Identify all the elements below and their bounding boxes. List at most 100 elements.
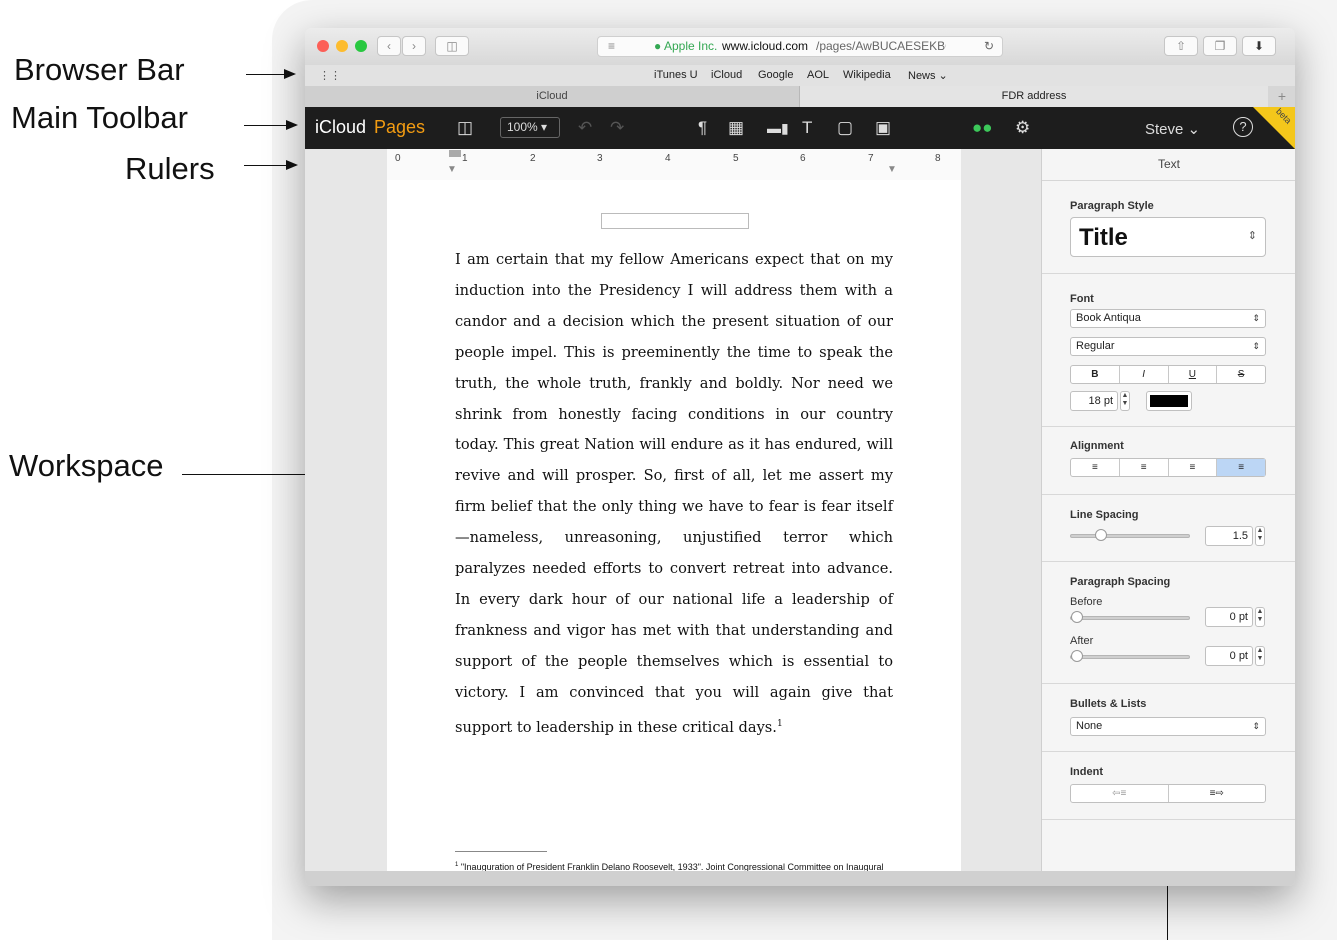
font-label: Font (1070, 293, 1094, 305)
grid-icon[interactable]: ⋮⋮ (319, 69, 341, 82)
font-color-well[interactable] (1146, 391, 1192, 411)
font-family-select[interactable]: Book Antiqua ⇕ (1070, 309, 1266, 328)
table-icon[interactable]: ▦ (728, 118, 744, 138)
reload-icon[interactable]: ↻ (984, 37, 994, 56)
underline-button[interactable]: U (1169, 366, 1218, 383)
line-spacing-field[interactable]: 1.5 (1205, 526, 1253, 546)
lock-icon: ● (654, 39, 662, 53)
after-slider[interactable] (1070, 650, 1190, 662)
shape-icon[interactable]: ▢ (837, 118, 853, 138)
reader-icon[interactable]: ≡ (608, 37, 615, 56)
before-stepper[interactable]: ▲ ▼ (1255, 607, 1265, 627)
back-button[interactable]: ‹ (377, 36, 401, 56)
align-right-icon[interactable]: ≡ (1169, 459, 1218, 476)
favorite-icloud[interactable]: iCloud (711, 69, 742, 81)
before-field[interactable]: 0 pt (1205, 607, 1253, 627)
arrow-main-toolbar (244, 120, 298, 130)
paragraph-style-label: Paragraph Style (1070, 200, 1154, 212)
pilcrow-icon[interactable]: ¶ (698, 118, 707, 138)
after-stepper[interactable]: ▲ ▼ (1255, 646, 1265, 666)
alignment-label: Alignment (1070, 440, 1124, 452)
undo-icon[interactable]: ↶ (578, 118, 592, 138)
font-size-stepper[interactable]: ▲ ▼ (1120, 391, 1130, 411)
image-icon[interactable]: ▣ (875, 118, 891, 138)
font-family-value: Book Antiqua (1076, 312, 1141, 324)
document-page[interactable]: I am certain that my fellow Americans ex… (387, 180, 961, 883)
font-size-field[interactable]: 18 pt (1070, 391, 1118, 411)
line-spacing-stepper[interactable]: ▲ ▼ (1255, 526, 1265, 546)
align-center-icon[interactable]: ≡ (1120, 459, 1169, 476)
downloads-button[interactable]: ⬇ (1242, 36, 1276, 56)
redo-icon[interactable]: ↷ (610, 118, 624, 138)
sidebar-toggle-button[interactable]: ◫ (435, 36, 469, 56)
ruler-number: 5 (733, 153, 739, 164)
workspace: 0 1 2 3 4 5 6 7 8 ▼ ▼ I am certain that … (305, 149, 1041, 883)
up-down-icon: ⇕ (1247, 230, 1257, 242)
document-body[interactable]: I am certain that my fellow Americans ex… (455, 245, 893, 743)
favorite-google[interactable]: Google (758, 69, 793, 81)
increase-indent-icon[interactable]: ≡⇨ (1169, 785, 1266, 802)
arrow-browser-bar (246, 69, 296, 79)
right-indent-marker-icon[interactable]: ▼ (887, 164, 897, 175)
view-options-icon[interactable]: ◫ (457, 118, 473, 138)
wrench-icon[interactable]: ⚙ (1015, 118, 1030, 138)
ruler-number: 2 (530, 153, 536, 164)
paragraph-style-select[interactable]: Title ⇕ (1070, 217, 1266, 257)
zoom-window-button[interactable] (355, 40, 367, 52)
tab-icloud[interactable]: iCloud (305, 86, 800, 107)
font-section: Font Book Antiqua ⇕ Regular ⇕ B I U S 18 p… (1042, 273, 1295, 427)
line-spacing-slider[interactable] (1070, 529, 1190, 541)
align-left-icon[interactable]: ≡ (1071, 459, 1120, 476)
paragraph-style-section: Paragraph Style Title ⇕ (1042, 180, 1295, 274)
tab-fdr-address[interactable]: FDR address (800, 86, 1268, 107)
chevron-right-icon: › (412, 39, 416, 53)
address-bar[interactable]: ≡ ● Apple Inc. www.icloud.com /pages/AwB… (597, 36, 1003, 57)
zoom-select[interactable]: 100% ▾ (500, 117, 560, 138)
before-slider[interactable] (1070, 611, 1190, 623)
download-icon: ⬇ (1253, 39, 1265, 53)
decrease-indent-icon[interactable]: ⇦≡ (1071, 785, 1169, 802)
bold-button[interactable]: B (1071, 366, 1120, 383)
italic-button[interactable]: I (1120, 366, 1169, 383)
strikethrough-button[interactable]: S (1217, 366, 1265, 383)
ruler-number: 7 (868, 153, 874, 164)
after-label: After (1070, 635, 1094, 647)
align-justify-icon[interactable]: ≡ (1217, 459, 1265, 476)
favorite-wikipedia[interactable]: Wikipedia (843, 69, 891, 81)
ruler[interactable]: 0 1 2 3 4 5 6 7 8 ▼ ▼ (387, 149, 961, 181)
new-tab-button[interactable]: + (1271, 86, 1293, 107)
user-menu[interactable]: Steve ⌄ (1145, 120, 1200, 138)
ruler-number: 1 (462, 153, 468, 164)
tabs-overview-button[interactable]: ❐ (1203, 36, 1237, 56)
font-weight-select[interactable]: Regular ⇕ (1070, 337, 1266, 356)
sidebar-tab-text[interactable]: Text (1042, 149, 1295, 181)
first-line-indent-marker[interactable] (449, 150, 461, 157)
format-sidebar: Text Paragraph Style Title ⇕ Font Book A… (1041, 149, 1295, 871)
favorite-itunes-u[interactable]: iTunes U (654, 69, 698, 81)
ruler-number: 3 (597, 153, 603, 164)
help-icon[interactable]: ? (1233, 117, 1253, 137)
favorite-aol[interactable]: AOL (807, 69, 829, 81)
chart-icon[interactable]: ▬▮ (767, 120, 789, 137)
arrow-rulers (244, 160, 298, 170)
close-window-button[interactable] (317, 40, 329, 52)
ruler-number: 4 (665, 153, 671, 164)
collaborate-icon[interactable]: ●● (972, 118, 993, 138)
slider-knob[interactable] (1071, 611, 1083, 623)
text-box-icon[interactable]: T (802, 118, 812, 138)
forward-button[interactable]: › (402, 36, 426, 56)
indent-label: Indent (1070, 766, 1103, 778)
up-down-icon: ⇕ (1252, 721, 1260, 731)
favorite-news[interactable]: News ⌄ (908, 69, 948, 82)
share-button[interactable]: ⇧ (1164, 36, 1198, 56)
callout-rulers: Rulers (125, 151, 215, 186)
paragraph-spacing-section: Paragraph Spacing Before 0 pt ▲ ▼ After 0… (1042, 561, 1295, 684)
slider-knob[interactable] (1095, 529, 1107, 541)
after-field[interactable]: 0 pt (1205, 646, 1253, 666)
bullets-select[interactable]: None ⇕ (1070, 717, 1266, 736)
ruler-number: 0 (395, 153, 401, 164)
left-indent-marker-icon[interactable]: ▼ (447, 164, 457, 175)
minimize-window-button[interactable] (336, 40, 348, 52)
title-placeholder[interactable] (601, 213, 749, 229)
slider-knob[interactable] (1071, 650, 1083, 662)
